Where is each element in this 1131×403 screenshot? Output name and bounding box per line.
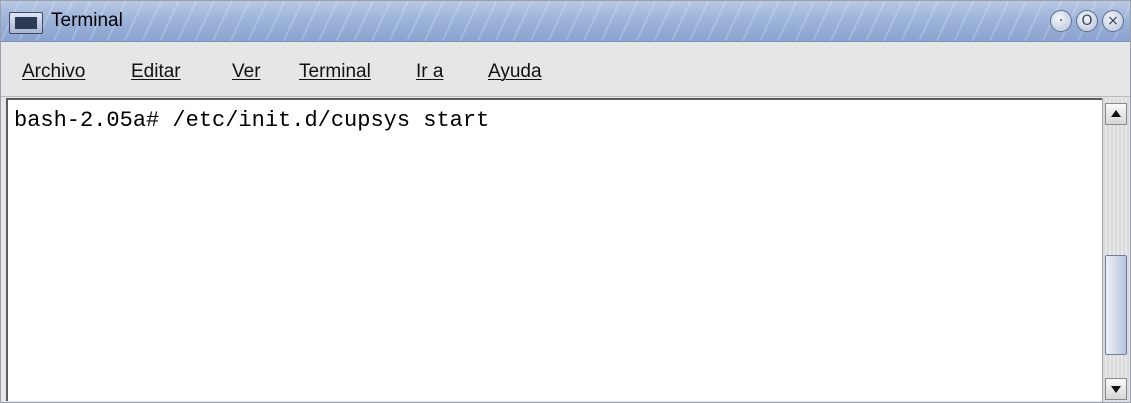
terminal-line: bash-2.05a# /etc/init.d/cupsys start [14, 108, 490, 133]
close-button[interactable]: × [1102, 10, 1124, 32]
minimize-button[interactable]: · [1050, 10, 1072, 32]
menu-terminal[interactable]: Terminal [299, 61, 371, 83]
terminal-output[interactable]: bash-2.05a# /etc/init.d/cupsys start [6, 98, 1102, 401]
terminal-icon[interactable] [9, 12, 43, 34]
menu-editar[interactable]: Editar [131, 61, 181, 83]
title-bar[interactable]: Terminal · O × [1, 1, 1130, 42]
menu-archivo[interactable]: Archivo [22, 61, 85, 83]
menu-ver[interactable]: Ver [232, 61, 261, 83]
window-controls: · O × [1050, 10, 1124, 32]
menu-ir-a[interactable]: Ir a [416, 61, 443, 83]
scroll-up-arrow-icon[interactable] [1105, 103, 1127, 125]
terminal-window: Terminal · O × Archivo Editar Ver Termin… [0, 0, 1131, 403]
menu-ayuda[interactable]: Ayuda [488, 61, 542, 83]
vertical-scrollbar[interactable] [1102, 98, 1129, 402]
window-title: Terminal [51, 10, 123, 31]
scroll-thumb[interactable] [1105, 255, 1127, 355]
scroll-down-arrow-icon[interactable] [1105, 378, 1127, 400]
menu-bar: Archivo Editar Ver Terminal Ir a Ayuda [1, 42, 1130, 97]
maximize-button[interactable]: O [1076, 10, 1098, 32]
